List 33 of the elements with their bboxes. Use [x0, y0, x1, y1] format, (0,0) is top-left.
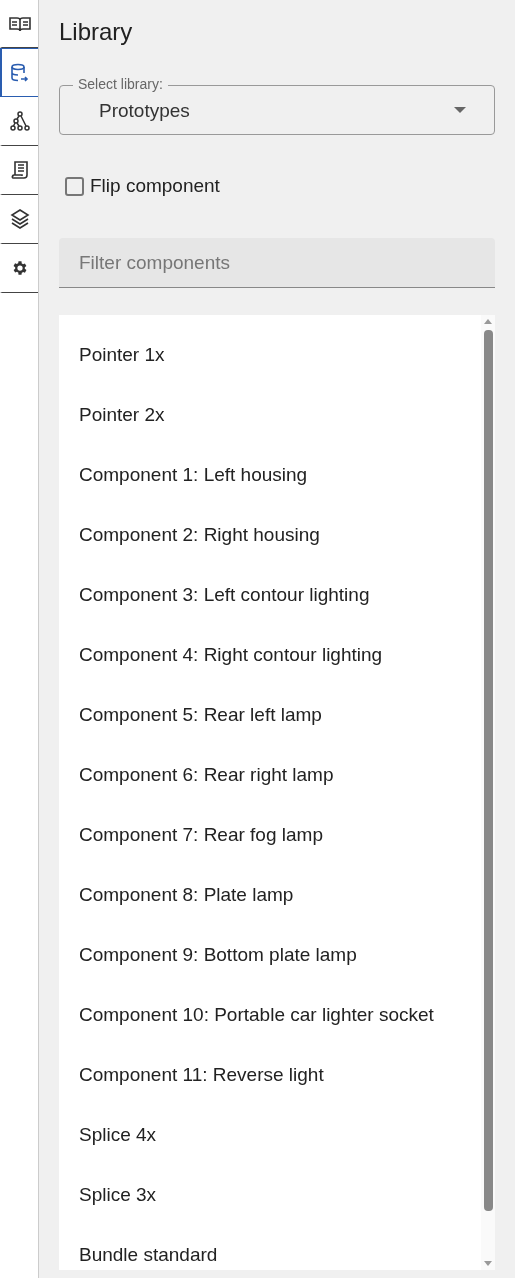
list-item[interactable]: Pointer 2x	[59, 385, 481, 445]
checkbox-label: Flip component	[90, 175, 220, 197]
settings-icon	[11, 259, 29, 277]
list-item[interactable]: Component 8: Plate lamp	[59, 865, 481, 925]
list-item[interactable]: Splice 4x	[59, 1105, 481, 1165]
sidebar-tab[interactable]	[0, 48, 38, 97]
list-item[interactable]: Component 3: Left contour lighting	[59, 565, 481, 625]
scroll-up-icon[interactable]	[484, 319, 492, 324]
book-icon	[9, 15, 31, 32]
list-item[interactable]: Splice 3x	[59, 1165, 481, 1225]
filter-field[interactable]: Filter components	[59, 238, 495, 288]
scroll-down-icon[interactable]	[484, 1261, 492, 1266]
panel-title: Library	[59, 18, 134, 46]
list-item[interactable]: Bundle standard	[59, 1225, 481, 1270]
list-item[interactable]: Component 1: Left housing	[59, 445, 481, 505]
list-item[interactable]: Pointer 1x	[59, 325, 481, 385]
scroll-icon	[11, 160, 29, 180]
database-icon	[11, 62, 29, 83]
layers-icon	[10, 208, 30, 230]
list-item[interactable]: Component 5: Rear left lamp	[59, 685, 481, 745]
checkbox[interactable]	[65, 176, 84, 196]
tree-icon	[10, 111, 30, 131]
select-label: Select library:	[73, 76, 168, 92]
list-item[interactable]: Component 6: Rear right lamp	[59, 745, 481, 805]
list-item[interactable]: Component 10: Portable car lighter socket	[59, 985, 481, 1045]
caret-icon	[454, 107, 466, 113]
list-item[interactable]: Component 7: Rear fog lamp	[59, 805, 481, 865]
list-item[interactable]: Component 9: Bottom plate lamp	[59, 925, 481, 985]
select-value: Prototypes	[99, 100, 191, 122]
list-item[interactable]: Component 4: Right contour lighting	[59, 625, 481, 685]
list-item[interactable]: Component 11: Reverse light	[59, 1045, 481, 1105]
scrollbar[interactable]	[481, 315, 495, 1270]
list-item[interactable]: Component 2: Right housing	[59, 505, 481, 565]
